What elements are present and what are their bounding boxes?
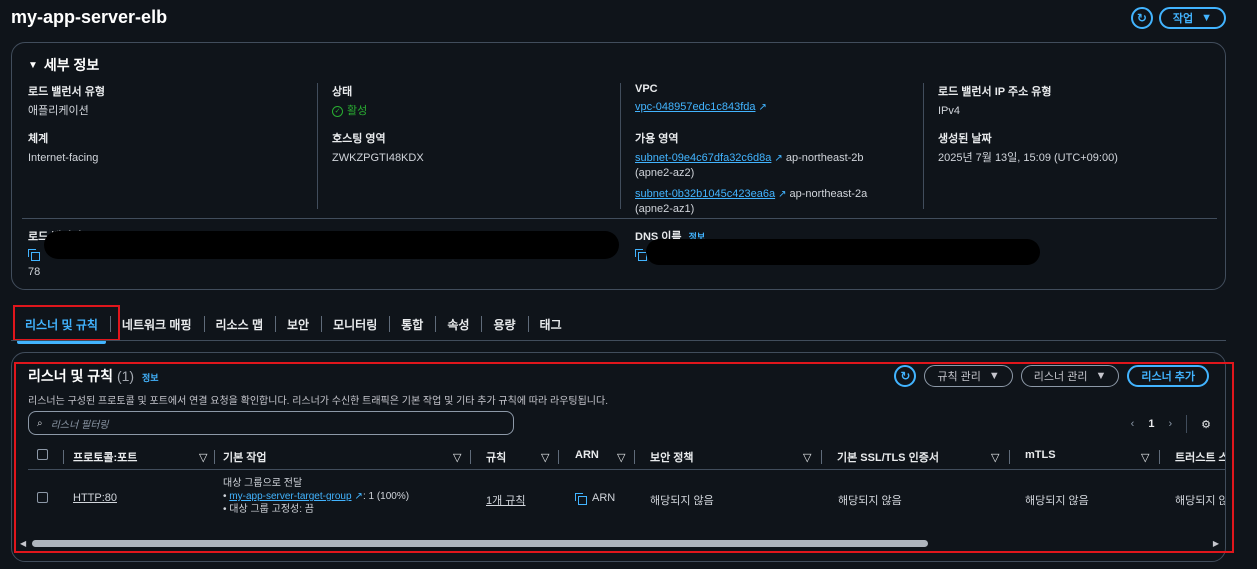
arn-suffix: 78 xyxy=(28,266,41,278)
tab-bar: 리스너 및 규칙 네트워크 매핑 리소스 맵 보안 모니터링 통합 속성 용량 … xyxy=(13,306,1226,344)
external-link-icon: ↗ xyxy=(758,102,767,113)
check-circle-icon: ✓ xyxy=(332,106,343,117)
tab-capacity[interactable]: 용량 xyxy=(481,314,527,334)
redacted-dns xyxy=(646,239,1040,265)
az-region: ap-northeast-2a xyxy=(789,188,868,200)
tab-tags[interactable]: 태그 xyxy=(527,314,574,334)
status-text: 활성 xyxy=(347,105,368,117)
copy-icon[interactable] xyxy=(28,249,40,261)
tab-integrations[interactable]: 통합 xyxy=(389,314,435,334)
scheme-value: Internet-facing xyxy=(28,152,99,164)
divider xyxy=(317,83,318,209)
az-item: subnet-0b32b1045c423ea6a ↗ ap-northeast-2… xyxy=(635,187,915,217)
tab-monitoring[interactable]: 모니터링 xyxy=(321,314,389,334)
created-field: 생성된 날짜 2025년 7월 13일, 15:09 (UTC+09:00) xyxy=(938,130,1118,166)
tabs-divider xyxy=(11,340,1226,341)
page-title: my-app-server-elb xyxy=(11,7,168,27)
created-value: 2025년 7월 13일, 15:09 (UTC+09:00) xyxy=(938,152,1118,164)
lb-type-label: 로드 밸런서 유형 xyxy=(28,86,105,98)
divider xyxy=(620,83,621,209)
divider xyxy=(22,218,1217,219)
vpc-field: VPC vpc-048957edc1c843fda ↗ xyxy=(635,83,767,115)
scheme-label: 체계 xyxy=(28,133,49,145)
highlight-box xyxy=(13,305,120,341)
hosted-zone-value: ZWKZPGTI48KDX xyxy=(332,152,424,164)
refresh-button[interactable]: ↻ xyxy=(1130,7,1153,29)
vpc-link[interactable]: vpc-048957edc1c843fda xyxy=(635,101,755,113)
lb-type-field: 로드 밸런서 유형 애플리케이션 xyxy=(28,83,105,119)
details-toggle[interactable]: ▼ 세부 정보 xyxy=(28,55,99,75)
divider xyxy=(923,83,924,209)
caret-down-icon: ▼ xyxy=(28,59,38,71)
hosted-zone-label: 호스팅 영역 xyxy=(332,133,386,145)
ip-type-label: 로드 밸런서 IP 주소 유형 xyxy=(938,86,1052,98)
tab-security[interactable]: 보안 xyxy=(275,314,321,334)
az-field: 가용 영역 subnet-09e4c67dfa32c6d8a ↗ ap-north… xyxy=(635,130,915,217)
details-title: 세부 정보 xyxy=(43,57,100,73)
redacted-arn xyxy=(44,231,619,259)
az-zone: (apne2-az2) xyxy=(635,167,695,179)
external-link-icon: ↗ xyxy=(778,189,787,200)
tab-network-mapping[interactable]: 네트워크 매핑 xyxy=(109,314,204,334)
refresh-icon: ↻ xyxy=(1136,11,1147,25)
ip-type-value: IPv4 xyxy=(938,105,961,117)
vpc-label: VPC xyxy=(635,83,658,95)
details-panel: ▼ 세부 정보 로드 밸런서 유형 애플리케이션 체계 Internet-fac… xyxy=(11,42,1226,290)
caret-down-icon: ▼ xyxy=(1201,12,1212,24)
status-label: 상태 xyxy=(332,86,353,98)
hosted-zone-field: 호스팅 영역 ZWKZPGTI48KDX xyxy=(332,130,424,166)
az-zone: (apne2-az1) xyxy=(635,203,695,215)
actions-label: 작업 xyxy=(1172,13,1194,25)
status-field: 상태 ✓ 활성 xyxy=(332,83,367,119)
subnet-link[interactable]: subnet-09e4c67dfa32c6d8a xyxy=(635,152,771,164)
subnet-link[interactable]: subnet-0b32b1045c423ea6a xyxy=(635,188,775,200)
tab-attributes[interactable]: 속성 xyxy=(435,314,481,334)
actions-dropdown-button[interactable]: 작업 ▼ xyxy=(1158,7,1226,29)
top-actions: ↻ 작업 ▼ xyxy=(1130,7,1226,29)
az-item: subnet-09e4c67dfa32c6d8a ↗ ap-northeast-2… xyxy=(635,151,915,181)
az-region: ap-northeast-2b xyxy=(785,152,864,164)
status-value: ✓ 활성 xyxy=(332,104,367,119)
az-label: 가용 영역 xyxy=(635,133,679,145)
highlight-box xyxy=(14,362,1234,553)
copy-icon[interactable] xyxy=(635,249,647,261)
lb-type-value: 애플리케이션 xyxy=(28,105,89,117)
ip-type-field: 로드 밸런서 IP 주소 유형 IPv4 xyxy=(938,83,1052,119)
scheme-field: 체계 Internet-facing xyxy=(28,130,98,166)
created-label: 생성된 날짜 xyxy=(938,133,992,145)
external-link-icon: ↗ xyxy=(774,153,783,164)
tab-resource-map[interactable]: 리소스 맵 xyxy=(203,314,276,334)
